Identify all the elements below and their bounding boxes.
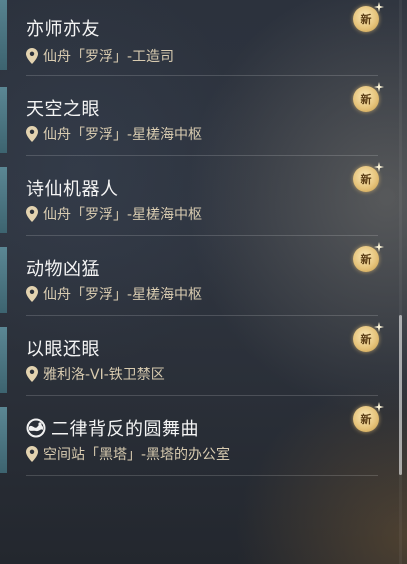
quest-list: 亦师亦友 仙舟「罗浮」-工造司 新 天空之眼 仙舟「罗浮」-星槎海中枢 新 诗仙… [0,0,407,564]
location-pin-icon [26,48,38,64]
quest-location-row: 雅利洛-VI-铁卫禁区 [26,364,165,384]
sparkle-icon [374,82,384,92]
quest-accent-bar [0,327,7,393]
new-badge-icon: 新 [352,162,384,194]
scrollbar-track[interactable] [399,0,402,564]
sparkle-icon [374,162,384,172]
location-pin-icon [26,126,38,142]
quest-title-row: 天空之眼 [26,96,100,120]
new-badge-icon: 新 [352,82,384,114]
quest-location-row: 仙舟「罗浮」-星槎海中枢 [26,284,202,304]
quest-location-row: 仙舟「罗浮」-工造司 [26,46,174,66]
quest-location: 雅利洛-VI-铁卫禁区 [43,367,165,383]
location-pin-icon [26,286,38,302]
quest-item[interactable]: 以眼还眼 雅利洛-VI-铁卫禁区 新 [0,322,392,402]
quest-title: 诗仙机器人 [26,179,119,200]
quest-accent-bar [0,0,7,70]
quest-item[interactable]: 二律背反的圆舞曲 空间站「黑塔」-黑塔的办公室 新 [0,402,392,482]
quest-divider [26,235,378,236]
quest-item[interactable]: 亦师亦友 仙舟「罗浮」-工造司 新 [0,0,392,80]
quest-divider [26,75,378,76]
quest-divider [26,315,378,316]
new-badge-icon: 新 [352,242,384,274]
location-pin-icon [26,206,38,222]
quest-location: 空间站「黑塔」-黑塔的办公室 [43,447,231,463]
quest-accent-bar [0,167,7,233]
quest-divider [26,395,378,396]
new-badge-label: 新 [360,173,372,186]
quest-title: 二律背反的圆舞曲 [51,419,199,440]
new-badge-icon: 新 [352,322,384,354]
new-badge-label: 新 [360,13,372,26]
location-pin-icon [26,446,38,462]
quest-title-row: 动物凶猛 [26,256,100,280]
quest-title-row: 以眼还眼 [26,336,100,360]
quest-title: 动物凶猛 [26,259,100,280]
quest-title-row: 亦师亦友 [26,16,100,40]
location-pin-icon [26,366,38,382]
quest-title-row: 诗仙机器人 [26,176,119,200]
new-badge-label: 新 [360,253,372,266]
quest-location: 仙舟「罗浮」-星槎海中枢 [43,287,203,303]
sparkle-icon [374,402,384,412]
new-badge-label: 新 [360,413,372,426]
quest-item[interactable]: 诗仙机器人 仙舟「罗浮」-星槎海中枢 新 [0,162,392,242]
new-badge-label: 新 [360,93,372,106]
new-badge-icon: 新 [352,402,384,434]
quest-location: 仙舟「罗浮」-星槎海中枢 [43,207,203,223]
mission-type-icon [26,418,46,438]
quest-title: 天空之眼 [26,99,100,120]
quest-divider [26,475,378,476]
new-badge-label: 新 [360,333,372,346]
quest-location: 仙舟「罗浮」-星槎海中枢 [43,127,203,143]
sparkle-icon [374,2,384,12]
quest-title: 以眼还眼 [26,339,100,360]
quest-location-row: 空间站「黑塔」-黑塔的办公室 [26,444,230,464]
quest-location-row: 仙舟「罗浮」-星槎海中枢 [26,124,202,144]
quest-location-row: 仙舟「罗浮」-星槎海中枢 [26,204,202,224]
scrollbar-thumb[interactable] [399,315,402,475]
quest-accent-bar [0,247,7,313]
quest-accent-bar [0,407,7,473]
quest-location: 仙舟「罗浮」-工造司 [43,49,175,65]
quest-item[interactable]: 动物凶猛 仙舟「罗浮」-星槎海中枢 新 [0,242,392,322]
quest-title: 亦师亦友 [26,19,100,40]
new-badge-icon: 新 [352,2,384,34]
quest-divider [26,155,378,156]
quest-item[interactable]: 天空之眼 仙舟「罗浮」-星槎海中枢 新 [0,82,392,162]
sparkle-icon [374,242,384,252]
quest-title-row: 二律背反的圆舞曲 [26,416,199,440]
sparkle-icon [374,322,384,332]
quest-accent-bar [0,87,7,153]
